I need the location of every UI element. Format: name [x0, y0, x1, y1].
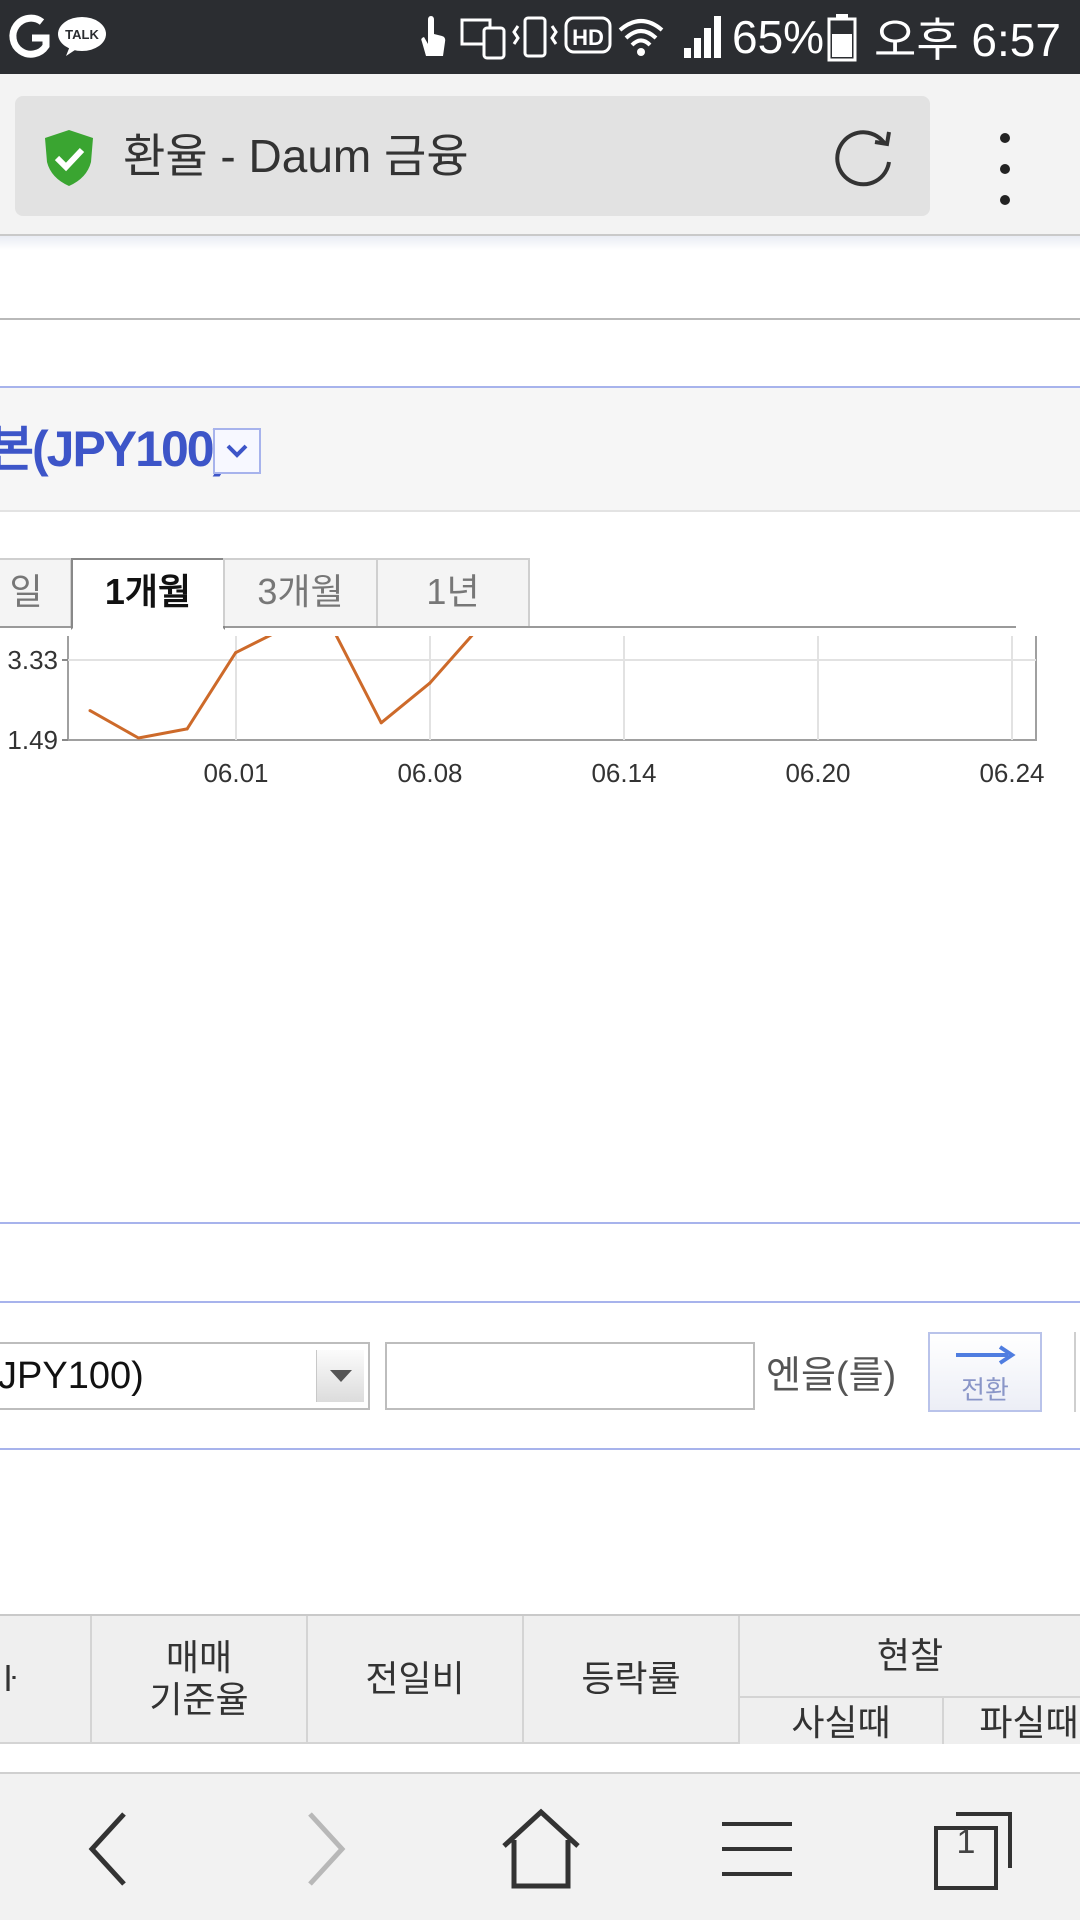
triangle-down-icon [330, 1370, 352, 1382]
battery-icon [827, 14, 857, 62]
tab-3-months[interactable]: 3개월 [223, 558, 378, 626]
period-tabs: 일 1개월 3개월 1년 [0, 558, 1016, 630]
address-bar[interactable]: 환율 - Daum 금융 [15, 96, 930, 216]
browser-bottom-nav [0, 1772, 1080, 1920]
select-arrow [316, 1350, 364, 1402]
menu-icon[interactable] [712, 1804, 802, 1894]
tab-label: 3개월 [257, 571, 344, 612]
data-point [428, 681, 432, 685]
x-tick-label: 06.14 [591, 758, 656, 788]
divider [0, 1448, 1080, 1450]
status-bar: TALK HD 65% 오후 6:57 [0, 0, 1080, 74]
amount-input[interactable] [385, 1342, 755, 1410]
clock: 오후 6:57 [874, 14, 1061, 66]
tab-day[interactable]: 일 [0, 558, 72, 626]
chevron-down-icon [226, 444, 248, 458]
tab-1-month[interactable]: 1개월 [71, 558, 225, 630]
y-tick-label: 3.33 [7, 645, 58, 675]
cut-off-button [1074, 1332, 1080, 1412]
browser-toolbar: 환율 - Daum 금융 [0, 74, 1080, 236]
convert-button-label: 전환 [961, 1375, 1009, 1405]
divider [0, 1222, 1080, 1224]
tab-1-year[interactable]: 1년 [376, 558, 530, 626]
data-point [137, 736, 140, 740]
kakaotalk-notification-icon: TALK [9, 14, 106, 58]
th-base-rate-line1: 매매 [165, 1637, 233, 1678]
y-tick-label: 1.49 [7, 725, 58, 755]
secure-shield-icon [45, 130, 93, 186]
th-cash-buy: 사실때 [740, 1698, 944, 1744]
th-prev-day: 전일비 [308, 1616, 524, 1744]
touch-icon [421, 16, 446, 56]
cut-off-text-row [0, 236, 1080, 250]
currency-header: 본(JPY100) [0, 386, 1080, 512]
screen-mirror-icon [460, 18, 506, 60]
right-arrow-icon [956, 1345, 1016, 1365]
convert-button[interactable]: 전환 [928, 1332, 1042, 1412]
currency-select-value: JPY100) [0, 1355, 144, 1397]
battery-percent: 65% [732, 11, 825, 63]
divider [0, 1301, 1080, 1303]
svg-text:HD: HD [572, 25, 604, 50]
hd-voice-icon: HD [564, 16, 612, 54]
x-tick-label: 06.08 [397, 758, 462, 788]
home-icon[interactable] [496, 1804, 586, 1894]
data-point [185, 727, 189, 731]
th-cash-sell: 파실때 [944, 1698, 1080, 1744]
divider [0, 318, 1080, 320]
currency-dropdown-button[interactable] [213, 428, 261, 474]
currency-title: 본(JPY100) [0, 421, 229, 477]
tab-label: 1년 [426, 571, 480, 612]
page-title: 환율 - Daum 금융 [123, 130, 469, 182]
th-cash: 현찰 [740, 1616, 1080, 1698]
talk-badge-text: TALK [65, 27, 99, 42]
forward-icon[interactable] [280, 1804, 370, 1894]
data-point [379, 721, 383, 725]
currency-select[interactable]: JPY100) [0, 1342, 370, 1410]
x-tick-label: 06.24 [979, 758, 1044, 788]
tab-label: 일 [9, 571, 43, 612]
th-change-rate: 등락률 [524, 1616, 740, 1744]
th-base-rate-line2: 기준율 [149, 1679, 249, 1720]
rate-table-header: ŀ 매매 기준율 전일비 등락률 현찰 사실때 파실때 [0, 1614, 1080, 1744]
x-tick-label: 06.20 [785, 758, 850, 788]
th-base-rate: 매매 기준율 [92, 1616, 308, 1744]
tab-label: 1개월 [104, 571, 192, 612]
vibrate-icon [512, 16, 558, 58]
th-currency: ŀ [0, 1616, 92, 1744]
data-point [88, 709, 92, 713]
web-content: 본(JPY100) 일 1개월 3개월 1년 0.683.847.005.173… [0, 236, 1080, 1772]
unit-label: 엔을(를) [766, 1355, 897, 1397]
data-point [234, 651, 238, 655]
wifi-icon [618, 19, 664, 56]
back-icon[interactable] [64, 1804, 154, 1894]
reload-icon[interactable] [831, 124, 897, 190]
exchange-rate-chart: 0.683.847.005.173.331.49원)06.0106.0806.1… [0, 261, 1080, 1036]
open-tab-count: 1 [956, 1823, 976, 1861]
x-tick-label: 06.01 [203, 758, 268, 788]
line-chart: 0.683.847.005.173.331.49원)06.0106.0806.1… [7, 261, 1045, 788]
signal-icon [684, 16, 721, 58]
overflow-menu-icon[interactable] [990, 124, 1020, 214]
